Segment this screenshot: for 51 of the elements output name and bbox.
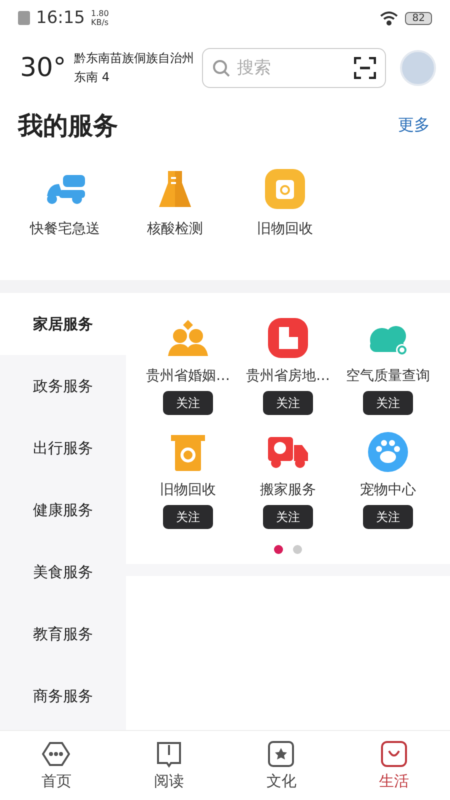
service-label[interactable]: 搬家服务 — [260, 481, 316, 499]
more-link[interactable]: 更多 — [398, 114, 430, 136]
section-title: 我的服务 — [18, 110, 118, 142]
follow-button[interactable]: 关注 — [163, 391, 213, 415]
truck-icon — [268, 435, 308, 469]
avatar[interactable] — [400, 50, 436, 86]
nav-tab[interactable]: 生活 — [338, 731, 450, 800]
service-label[interactable]: 快餐宅急送 — [30, 220, 100, 238]
category-item[interactable]: 健康服务 — [0, 479, 126, 541]
nav-tab[interactable]: 首页 — [0, 731, 112, 800]
search-field[interactable]: 搜索 — [202, 48, 386, 88]
nav-tab[interactable]: 文化 — [225, 731, 338, 800]
follow-button[interactable]: 关注 — [263, 505, 313, 529]
wifi-icon — [379, 10, 400, 26]
trash-bin-icon — [171, 432, 205, 472]
couple-icon — [168, 318, 208, 358]
service-label[interactable]: 核酸检测 — [147, 220, 203, 238]
speed-unit: KB/s — [91, 18, 109, 27]
category-item[interactable]: 商务服务 — [0, 665, 126, 727]
category-item[interactable]: 家居服务 — [0, 293, 126, 355]
battery-level: 82 — [405, 12, 432, 24]
chat-hexagon-icon — [42, 740, 70, 768]
temperature: 30° — [20, 53, 66, 83]
follow-button[interactable]: 关注 — [363, 391, 413, 415]
service-label[interactable]: 贵州省婚姻… — [146, 367, 230, 385]
star-square-icon — [267, 740, 296, 768]
pager-dot[interactable] — [274, 545, 283, 554]
status-time: 16:15 — [36, 8, 85, 28]
paw-icon — [368, 432, 408, 472]
category-item[interactable]: 出行服务 — [0, 417, 126, 479]
flask-icon — [158, 169, 192, 209]
pager-dot[interactable] — [293, 545, 302, 554]
smile-square-icon — [380, 740, 408, 768]
network-speed: 1.80 — [91, 9, 109, 18]
service-label[interactable]: 旧物回收 — [257, 220, 313, 238]
category-item[interactable]: 政务服务 — [0, 355, 126, 417]
category-item[interactable]: 美食服务 — [0, 541, 126, 603]
follow-button[interactable]: 关注 — [263, 391, 313, 415]
follow-button[interactable]: 关注 — [163, 505, 213, 529]
book-icon — [154, 740, 183, 768]
wind: 东南 4 — [74, 69, 111, 86]
service-label[interactable]: 宠物中心 — [360, 481, 416, 499]
service-label[interactable]: 空气质量查询 — [346, 367, 430, 385]
location: 黔东南苗族侗族自治州 — [74, 50, 194, 67]
service-label[interactable]: 旧物回收 — [160, 481, 216, 499]
scan-icon — [354, 57, 376, 79]
category-item[interactable]: 教育服务 — [0, 603, 126, 665]
follow-button[interactable]: 关注 — [363, 505, 413, 529]
search-icon — [212, 59, 230, 77]
service-label[interactable]: 贵州省房地… — [246, 367, 330, 385]
nav-tab[interactable]: 阅读 — [112, 731, 225, 800]
